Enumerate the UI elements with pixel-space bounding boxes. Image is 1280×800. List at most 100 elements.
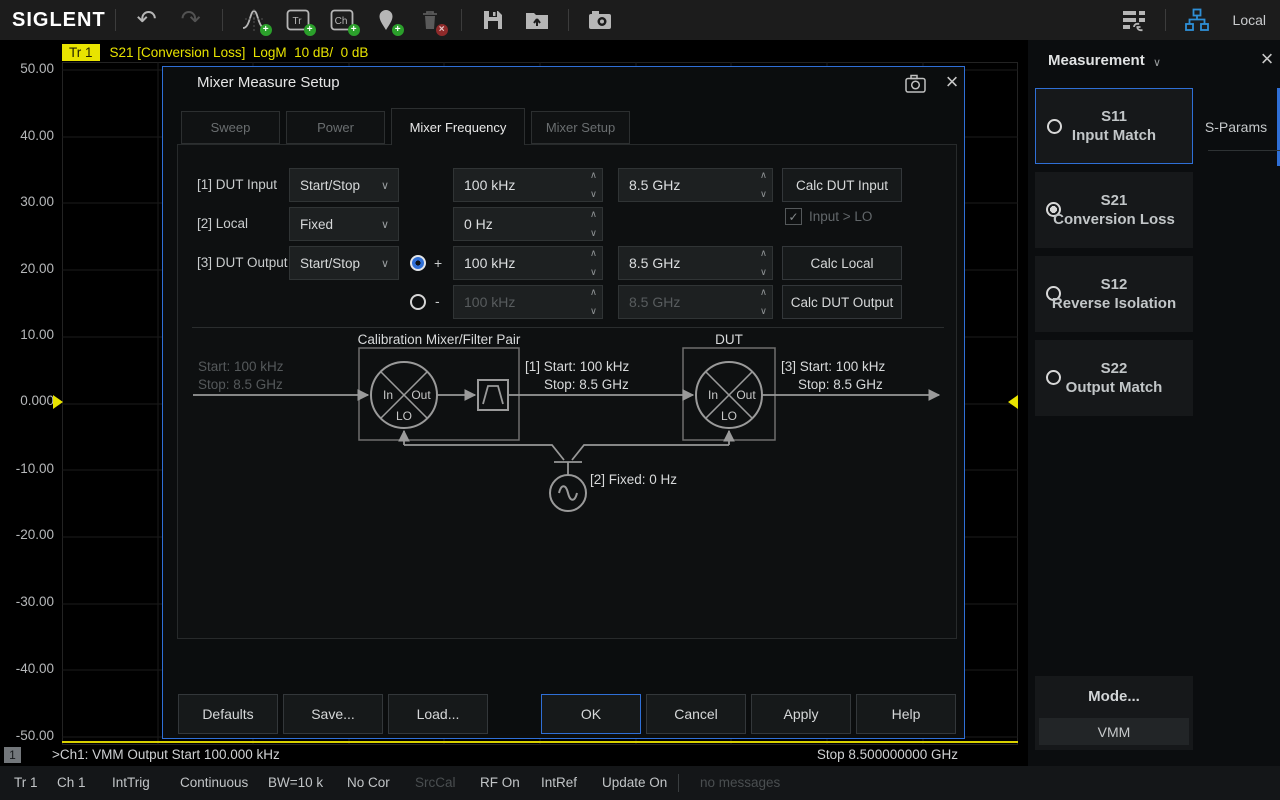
spinner-up-icon[interactable]: ∧	[760, 171, 767, 181]
spinner[interactable]: ∧∨	[590, 249, 597, 277]
svg-text:In: In	[383, 388, 393, 402]
add-trace-button[interactable]: Tr +	[282, 4, 314, 36]
trace-header[interactable]: Tr 1 S21 [Conversion Loss] LogM 10 dB/ 0…	[62, 43, 368, 61]
calc-local-button[interactable]: Calc Local	[782, 246, 902, 280]
calc-dut-output-button[interactable]: Calc DUT Output	[782, 285, 902, 319]
add-channel-button[interactable]: Ch +	[326, 4, 358, 36]
help-button[interactable]: Help	[856, 694, 956, 734]
spinner-down-icon[interactable]: ∨	[590, 268, 597, 278]
local-mode-label: Local	[1233, 12, 1266, 28]
s-params-side-tab[interactable]: S-Params	[1196, 88, 1276, 166]
screenshot-button[interactable]	[584, 4, 616, 36]
recall-button[interactable]	[521, 4, 553, 36]
apply-button[interactable]: Apply	[751, 694, 851, 734]
spinner-down-icon[interactable]: ∨	[760, 268, 767, 278]
spinner-up-icon[interactable]: ∧	[590, 249, 597, 259]
add-trace-curve-button[interactable]: +	[238, 4, 270, 36]
status-channel[interactable]: Ch 1	[57, 775, 86, 790]
status-trace[interactable]: Tr 1	[14, 775, 38, 790]
input-gt-lo-checkbox[interactable]: ✓	[785, 208, 802, 225]
save-button[interactable]	[477, 4, 509, 36]
cancel-button[interactable]: Cancel	[646, 694, 746, 734]
mode-button[interactable]: Mode... VMM	[1035, 676, 1193, 750]
spinner[interactable]: ∧∨	[590, 288, 597, 316]
spinner[interactable]: ∧∨	[760, 288, 767, 316]
spinner-down-icon[interactable]: ∨	[590, 190, 597, 200]
spinner-down-icon[interactable]: ∨	[590, 229, 597, 239]
status-trigger[interactable]: IntTrig	[112, 775, 150, 790]
defaults-button[interactable]: Defaults	[178, 694, 278, 734]
dut-input-stop-field[interactable]: 8.5 GHz ∧∨	[618, 168, 773, 202]
sidebar-close-button[interactable]: ×	[1256, 46, 1278, 72]
measurement-item-s21[interactable]: S21 Conversion Loss	[1035, 172, 1193, 248]
local-fixed-field[interactable]: 0 Hz ∧∨	[453, 207, 603, 241]
calc-dut-input-button[interactable]: Calc DUT Input	[782, 168, 902, 202]
plus-badge-icon: +	[304, 24, 316, 36]
tab-mixer-frequency[interactable]: Mixer Frequency	[391, 108, 525, 145]
spinner-down-icon[interactable]: ∨	[590, 307, 597, 317]
dialog-close-button[interactable]: ×	[941, 69, 963, 95]
dut-output-plus-stop-field[interactable]: 8.5 GHz ∧∨	[618, 246, 773, 280]
dut-input-start-field[interactable]: 100 kHz ∧∨	[453, 168, 603, 202]
status-bandwidth[interactable]: BW=10 k	[268, 775, 323, 790]
dut-output-minus-start-field[interactable]: 100 kHz ∧∨	[453, 285, 603, 319]
tab-power[interactable]: Power	[286, 111, 385, 144]
dut-output-minus-stop-field[interactable]: 8.5 GHz ∧∨	[618, 285, 773, 319]
s22-text: S22 Output Match	[1035, 340, 1193, 416]
y-axis-label: 40.00	[0, 128, 54, 143]
s-param-code: S12	[1101, 275, 1128, 294]
spinner[interactable]: ∧∨	[590, 171, 597, 199]
spinner[interactable]: ∧∨	[590, 210, 597, 238]
spinner[interactable]: ∧∨	[760, 249, 767, 277]
dut-input-mode-select[interactable]: Start/Stop ∨	[289, 168, 399, 202]
spinner[interactable]: ∧∨	[760, 171, 767, 199]
spinner-down-icon[interactable]: ∨	[760, 190, 767, 200]
svg-text:In: In	[708, 388, 718, 402]
spinner-up-icon[interactable]: ∧	[590, 210, 597, 220]
spinner-down-icon[interactable]: ∨	[760, 307, 767, 317]
input-gt-lo-label: Input > LO	[809, 209, 872, 224]
status-correction[interactable]: No Cor	[347, 775, 390, 790]
spinner-up-icon[interactable]: ∧	[760, 288, 767, 298]
measurement-item-s22[interactable]: S22 Output Match	[1035, 340, 1193, 416]
side-tab-label: S-Params	[1205, 119, 1267, 135]
dialog-screenshot-button[interactable]	[905, 74, 927, 94]
status-update[interactable]: Update On	[602, 775, 667, 790]
trace-badge[interactable]: Tr 1	[62, 44, 100, 61]
spinner-up-icon[interactable]: ∧	[760, 249, 767, 259]
lo-path	[404, 431, 729, 475]
menu-collapse-button[interactable]	[1118, 4, 1150, 36]
lo-source-symbol	[550, 475, 586, 511]
dut-output-plus-start-field[interactable]: 100 kHz ∧∨	[453, 246, 603, 280]
add-marker-button[interactable]: +	[370, 4, 402, 36]
save-button[interactable]: Save...	[283, 694, 383, 734]
button-label: Calc DUT Input	[796, 178, 888, 193]
status-sweep-mode[interactable]: Continuous	[180, 775, 248, 790]
spinner-up-icon[interactable]: ∧	[590, 288, 597, 298]
panel-divider	[192, 327, 944, 328]
sidebar-title[interactable]: Measurement	[1048, 52, 1145, 69]
channel-status-text: >Ch1: VMM Output Start 100.000 kHz	[52, 747, 280, 762]
status-rf[interactable]: RF On	[480, 775, 520, 790]
undo-button[interactable]: ↶	[131, 4, 163, 36]
local-mode-select[interactable]: Fixed ∨	[289, 207, 399, 241]
button-label: Defaults	[202, 706, 253, 722]
minus-radio[interactable]	[410, 294, 426, 310]
ok-button[interactable]: OK	[541, 694, 641, 734]
tab-sweep[interactable]: Sweep	[181, 111, 280, 144]
dialog-title: Mixer Measure Setup	[197, 74, 340, 91]
dut-output-mode-select[interactable]: Start/Stop ∨	[289, 246, 399, 280]
load-button[interactable]: Load...	[388, 694, 488, 734]
status-reference[interactable]: IntRef	[541, 775, 577, 790]
toolbar-separator	[568, 9, 569, 31]
redo-button[interactable]: ↷	[175, 4, 207, 36]
delete-button[interactable]: ×	[414, 4, 446, 36]
measurement-item-s11[interactable]: S11 Input Match	[1035, 88, 1193, 164]
network-status-button[interactable]	[1181, 4, 1213, 36]
plus-radio[interactable]	[410, 255, 426, 271]
mode-value[interactable]: VMM	[1039, 718, 1189, 745]
tab-mixer-setup[interactable]: Mixer Setup	[531, 111, 630, 144]
measurement-item-s12[interactable]: S12 Reverse Isolation	[1035, 256, 1193, 332]
tab-label: Mixer Setup	[546, 120, 615, 135]
spinner-up-icon[interactable]: ∧	[590, 171, 597, 181]
